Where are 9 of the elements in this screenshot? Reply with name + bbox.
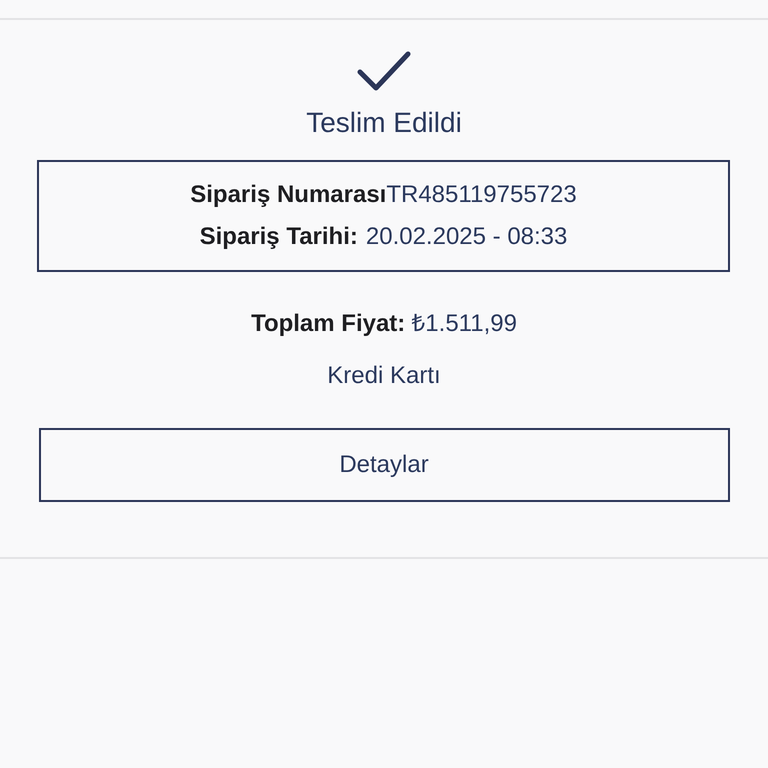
total-price-value: ₺1.511,99 [411, 309, 517, 339]
order-info-value: TR485119755723 [386, 180, 577, 210]
order-status: Teslim Edildi [306, 106, 462, 140]
order-info-label: Sipariş Tarihi: [200, 222, 358, 252]
order-info-value: 20.02.2025 - 08:33 [366, 222, 568, 252]
details-button[interactable]: Detaylar [38, 428, 730, 502]
total-price-label: Toplam Fiyat: [251, 309, 406, 339]
order-info-label: Sipariş Numarası [190, 180, 386, 210]
payment-method: Kredi Kartı [327, 361, 441, 391]
